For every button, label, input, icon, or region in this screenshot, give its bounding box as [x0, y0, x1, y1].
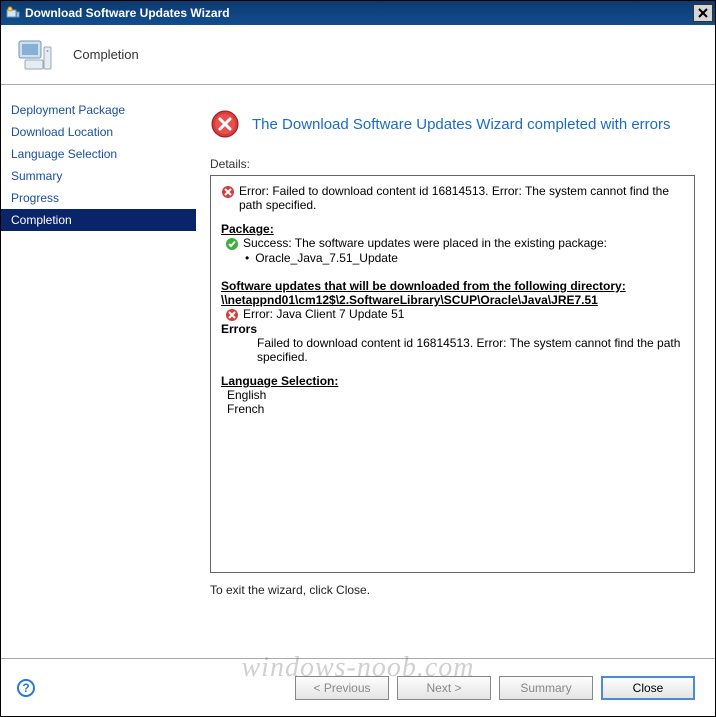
wizard-window: Download Software Updates Wizard Complet… — [0, 0, 716, 717]
details-box[interactable]: Error: Failed to download content id 168… — [210, 175, 695, 573]
details-top-error: Error: Failed to download content id 168… — [221, 184, 684, 212]
result-row: The Download Software Updates Wizard com… — [210, 109, 695, 139]
success-icon — [225, 237, 239, 251]
header: Completion — [1, 25, 715, 85]
exit-instruction: To exit the wizard, click Close. — [210, 583, 695, 597]
footer: ? < Previous Next > Summary Close — [1, 658, 715, 716]
window-title: Download Software Updates Wizard — [25, 6, 230, 20]
item-error-text: Error: Java Client 7 Update 51 — [243, 307, 404, 321]
button-row: < Previous Next > Summary Close — [295, 676, 695, 700]
sidebar-item-progress[interactable]: Progress — [1, 187, 196, 209]
next-button: Next > — [397, 676, 491, 700]
app-icon — [5, 5, 21, 21]
close-icon — [698, 8, 708, 18]
summary-button: Summary — [499, 676, 593, 700]
error-icon — [221, 185, 235, 199]
sidebar-item-deployment-package[interactable]: Deployment Package — [1, 99, 196, 121]
item-error-row: Error: Java Client 7 Update 51 — [221, 307, 684, 322]
language-heading: Language Selection: — [221, 374, 684, 388]
sidebar-item-summary[interactable]: Summary — [1, 165, 196, 187]
details-top-error-text: Error: Failed to download content id 168… — [239, 184, 684, 212]
sidebar-item-download-location[interactable]: Download Location — [1, 121, 196, 143]
sidebar-item-language-selection[interactable]: Language Selection — [1, 143, 196, 165]
previous-button: < Previous — [295, 676, 389, 700]
download-dir-heading: Software updates that will be downloaded… — [221, 279, 684, 307]
close-button[interactable]: Close — [601, 676, 695, 700]
sidebar: Deployment Package Download Location Lan… — [1, 85, 196, 658]
error-icon — [225, 308, 239, 322]
window-close-button[interactable] — [693, 4, 713, 22]
help-icon[interactable]: ? — [17, 679, 35, 697]
errors-body: Failed to download content id 16814513. … — [257, 336, 684, 364]
package-name: Oracle_Java_7.51_Update — [255, 251, 398, 265]
package-success-text: Success: The software updates were place… — [243, 236, 607, 250]
details-label: Details: — [210, 157, 695, 171]
package-name-row: Oracle_Java_7.51_Update — [221, 251, 684, 265]
language-0: English — [227, 388, 684, 402]
body: Deployment Package Download Location Lan… — [1, 85, 715, 658]
main-pane: The Download Software Updates Wizard com… — [196, 85, 715, 658]
sidebar-item-completion[interactable]: Completion — [1, 209, 196, 231]
package-success-row: Success: The software updates were place… — [221, 236, 684, 251]
page-title: Completion — [73, 47, 139, 62]
package-heading: Package: — [221, 222, 684, 236]
computer-icon — [15, 35, 55, 75]
result-message: The Download Software Updates Wizard com… — [252, 116, 671, 133]
error-icon — [210, 109, 240, 139]
errors-heading: Errors — [221, 322, 684, 336]
titlebar: Download Software Updates Wizard — [1, 1, 715, 25]
language-1: French — [227, 402, 684, 416]
